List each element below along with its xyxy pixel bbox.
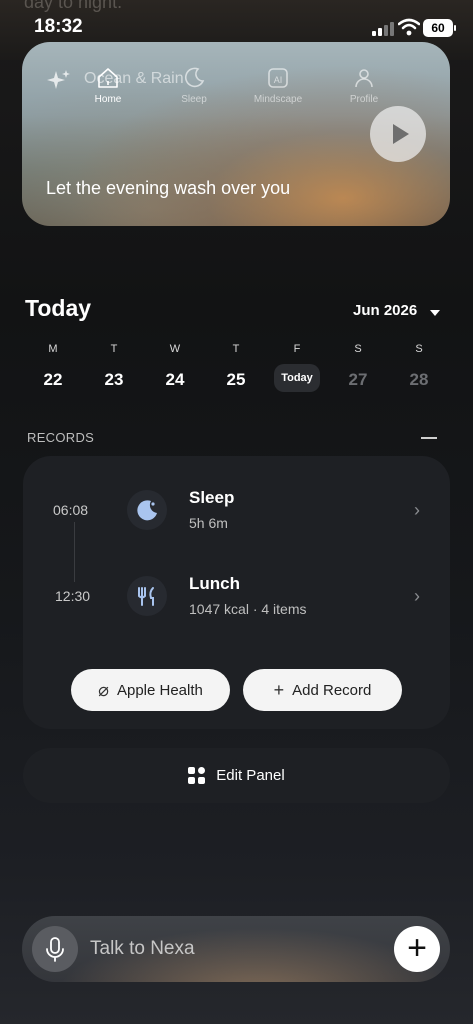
sparkle-icon[interactable] — [46, 68, 72, 94]
day-of-week: M — [48, 343, 58, 355]
calendar-day[interactable]: M 22 — [30, 343, 76, 390]
nav-home[interactable]: Home — [78, 66, 138, 105]
record-time: 12:30 — [55, 588, 91, 604]
hero-card[interactable]: Ocean & Rain Home Sleep AI Mindscape Pro… — [22, 42, 450, 226]
apple-health-button[interactable]: ⌀ Apple Health — [71, 669, 230, 711]
day-number: 28 — [409, 370, 429, 389]
battery-indicator: 60 — [423, 19, 456, 37]
day-number: 22 — [43, 370, 63, 389]
svg-text:AI: AI — [274, 75, 283, 85]
calendar-day[interactable]: S 28 — [396, 343, 442, 390]
add-record-button[interactable]: + Add Record — [243, 669, 402, 711]
nav-profile[interactable]: Profile — [334, 66, 394, 105]
record-subtitle: 1047 kcal · 4 items — [189, 601, 307, 617]
chevron-right-icon: › — [414, 586, 420, 606]
day-number: 23 — [104, 370, 124, 389]
edit-panel-button[interactable]: Edit Panel — [23, 748, 450, 803]
day-number: Today — [274, 364, 320, 392]
nav-mindscape-label: Mindscape — [253, 94, 303, 105]
day-number: 27 — [348, 370, 368, 389]
day-of-week: S — [354, 343, 362, 355]
microphone-icon[interactable] — [32, 926, 78, 972]
chat-input[interactable]: Talk to Nexa — [90, 938, 195, 960]
nav-home-label: Home — [94, 94, 122, 105]
record-title: Lunch — [189, 574, 240, 593]
timeline-line — [74, 522, 75, 582]
month-selector[interactable]: Jun 2026 — [353, 302, 417, 319]
nav-sleep-label: Sleep — [181, 94, 207, 105]
grid-icon — [188, 766, 206, 785]
calendar-day-today[interactable]: F Today — [274, 343, 320, 392]
home-icon — [98, 68, 118, 88]
records-heading: RECORDS — [27, 430, 95, 445]
day-of-week: W — [169, 343, 181, 355]
calendar-day[interactable]: S 27 — [335, 343, 381, 390]
record-subtitle: 5h 6m — [189, 515, 228, 531]
record-title: Sleep — [189, 488, 235, 507]
status-time: 18:32 — [34, 16, 83, 37]
chevron-right-icon: › — [414, 500, 420, 520]
collapse-icon[interactable] — [421, 437, 437, 439]
fork-knife-icon — [127, 576, 167, 616]
day-of-week: F — [293, 343, 301, 355]
nav-profile-label: Profile — [349, 94, 379, 105]
plus-icon[interactable]: + — [394, 926, 440, 972]
hero-tagline: Let the evening wash over you — [46, 178, 291, 198]
ai-icon: AI — [268, 68, 288, 88]
chat-input-bar[interactable]: Talk to Nexa + — [22, 916, 450, 982]
day-of-week: S — [415, 343, 423, 355]
calendar-day[interactable]: T 25 — [213, 343, 259, 390]
day-of-week: T — [232, 343, 240, 355]
plus-icon: + — [273, 679, 285, 700]
calendar-day[interactable]: W 24 — [152, 343, 198, 390]
play-button[interactable] — [370, 106, 426, 162]
moon-icon — [184, 67, 205, 88]
edit-panel-label: Edit Panel — [216, 767, 285, 784]
page-title: Today — [25, 295, 92, 321]
add-record-label: Add Record — [292, 681, 372, 699]
person-icon — [355, 69, 373, 88]
chevron-down-icon[interactable] — [430, 310, 440, 316]
apple-health-label: Apple Health — [116, 681, 203, 699]
paperclip-icon: ⌀ — [98, 679, 109, 700]
day-number: 24 — [165, 370, 185, 389]
record-time: 06:08 — [53, 502, 89, 518]
wifi-icon — [398, 18, 420, 36]
calendar-day[interactable]: T 23 — [91, 343, 137, 390]
day-number: 25 — [226, 370, 246, 389]
day-of-week: T — [110, 343, 118, 355]
cellular-signal-icon — [372, 22, 394, 36]
nav-mindscape[interactable]: AI Mindscape — [248, 66, 308, 105]
nav-sleep[interactable]: Sleep — [164, 66, 224, 105]
moon-icon — [127, 490, 167, 530]
